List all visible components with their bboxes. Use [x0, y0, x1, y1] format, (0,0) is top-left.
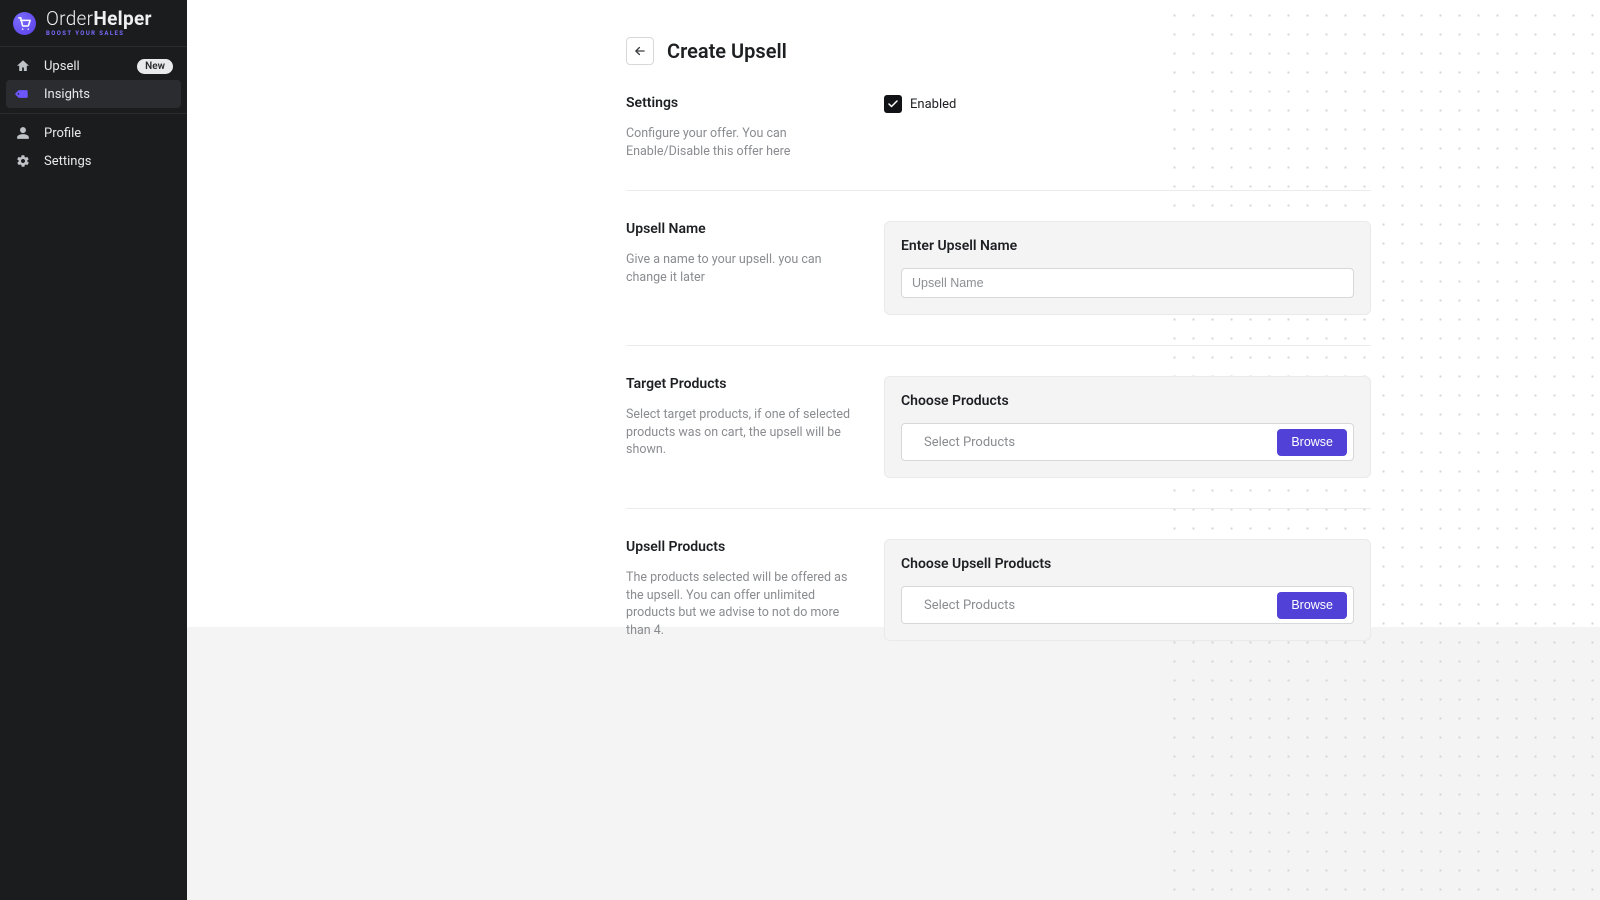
brand-logo-icon	[13, 12, 36, 35]
section-settings: Settings Configure your offer. You can E…	[626, 65, 1371, 160]
nav-group-2: Profile Settings	[0, 114, 187, 180]
target-products-card: Choose Products Select Products Browse	[884, 376, 1371, 478]
sidebar-item-profile[interactable]: Profile	[6, 119, 181, 147]
section-description: Configure your offer. You can Enable/Dis…	[626, 125, 864, 160]
section-upsell-products: Upsell Products The products selected wi…	[626, 508, 1371, 641]
upsell-name-card: Enter Upsell Name	[884, 221, 1371, 315]
brand-logo: OrderHelper BOOST YOUR SALES	[0, 0, 187, 47]
card-title: Choose Products	[901, 393, 1354, 409]
section-title: Target Products	[626, 376, 864, 392]
sidebar-item-label: Insights	[44, 87, 173, 102]
upsell-name-input[interactable]	[901, 268, 1354, 298]
sidebar-item-label: Settings	[44, 154, 173, 169]
back-button[interactable]	[626, 37, 654, 65]
section-upsell-name: Upsell Name Give a name to your upsell. …	[626, 190, 1371, 315]
section-description: Select target products, if one of select…	[626, 406, 864, 459]
brand-name: OrderHelper	[46, 9, 152, 28]
check-icon	[887, 98, 899, 110]
upsell-products-select[interactable]: Select Products Browse	[901, 586, 1354, 624]
bottom-band	[187, 627, 1600, 900]
sidebar-item-label: Upsell	[44, 59, 137, 74]
section-target-products: Target Products Select target products, …	[626, 345, 1371, 478]
upsell-products-card: Choose Upsell Products Select Products B…	[884, 539, 1371, 641]
gear-icon	[14, 152, 32, 170]
browse-target-products-button[interactable]: Browse	[1277, 429, 1347, 456]
arrow-left-icon	[633, 44, 647, 58]
select-placeholder: Select Products	[924, 598, 1015, 613]
section-title: Upsell Products	[626, 539, 864, 555]
section-description: The products selected will be offered as…	[626, 569, 864, 639]
section-title: Settings	[626, 95, 864, 111]
enabled-checkbox[interactable]	[884, 95, 902, 113]
section-title: Upsell Name	[626, 221, 864, 237]
page-header: Create Upsell	[626, 37, 1371, 65]
sidebar-item-label: Profile	[44, 126, 173, 141]
select-placeholder: Select Products	[924, 435, 1015, 450]
user-icon	[14, 124, 32, 142]
card-title: Choose Upsell Products	[901, 556, 1354, 572]
section-description: Give a name to your upsell. you can chan…	[626, 251, 864, 286]
sidebar: OrderHelper BOOST YOUR SALES Upsell New …	[0, 0, 187, 900]
sidebar-badge-new: New	[137, 59, 173, 74]
browse-upsell-products-button[interactable]: Browse	[1277, 592, 1347, 619]
sidebar-item-insights[interactable]: Insights	[6, 80, 181, 108]
main-content: Create Upsell Settings Configure your of…	[187, 0, 1600, 900]
sidebar-item-upsell[interactable]: Upsell New	[6, 52, 181, 80]
brand-tagline: BOOST YOUR SALES	[46, 31, 152, 37]
target-products-select[interactable]: Select Products Browse	[901, 423, 1354, 461]
tag-icon	[14, 85, 32, 103]
enabled-checkbox-label: Enabled	[910, 97, 956, 112]
home-icon	[14, 57, 32, 75]
nav-group-1: Upsell New Insights	[0, 47, 187, 114]
sidebar-item-settings[interactable]: Settings	[6, 147, 181, 175]
card-title: Enter Upsell Name	[901, 238, 1354, 254]
page-title: Create Upsell	[667, 39, 787, 63]
